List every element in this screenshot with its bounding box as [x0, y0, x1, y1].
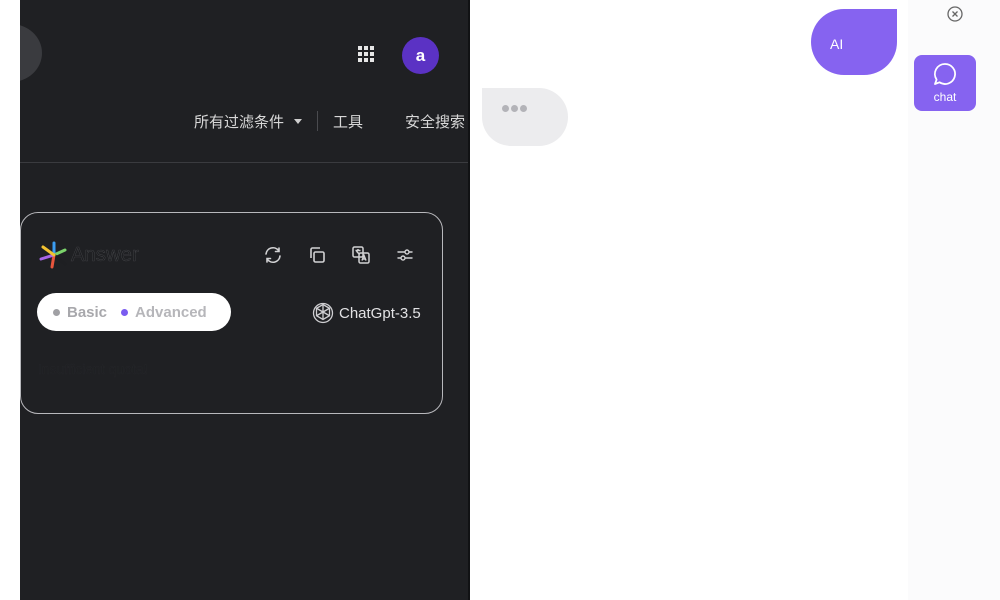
header-divider	[20, 162, 468, 163]
mode-basic-option[interactable]: Basic	[53, 304, 107, 321]
mode-basic-label: Basic	[67, 303, 108, 321]
search-box-edge[interactable]	[20, 24, 42, 82]
answer-logo-icon	[39, 241, 67, 269]
chat-bubble-icon	[934, 63, 956, 85]
answer-message: Insufficient quota!	[38, 361, 148, 377]
answer-actions	[261, 243, 417, 267]
model-label: ChatGpt-3.5	[339, 304, 421, 322]
tools-button[interactable]: 工具	[333, 111, 363, 132]
ai-message-bubble[interactable]: AI	[811, 9, 897, 75]
answer-brand-label: Answer	[71, 243, 139, 266]
answer-card: Answer Basic Advanced ChatGpt-3.5 Insuff…	[20, 212, 443, 414]
chat-button-label: chat	[933, 90, 957, 104]
close-icon[interactable]	[946, 5, 964, 23]
copy-icon[interactable]	[305, 243, 329, 267]
basic-dot-icon	[53, 308, 60, 316]
account-avatar[interactable]: a	[402, 37, 439, 74]
advanced-dot-icon	[121, 308, 129, 316]
mode-advanced-option[interactable]: Advanced	[121, 304, 207, 321]
openai-icon	[312, 302, 334, 324]
answer-brand: Answer	[38, 241, 139, 269]
chat-button[interactable]: chat	[914, 55, 976, 111]
toolbar-divider	[317, 111, 319, 131]
translate-icon[interactable]	[349, 243, 373, 267]
caret-down-icon	[294, 118, 303, 124]
model-selector[interactable]: ChatGpt-3.5	[311, 301, 421, 325]
all-filters-dropdown[interactable]: 所有过滤条件	[194, 111, 303, 132]
all-filters-label: 所有过滤条件	[194, 113, 285, 131]
mode-advanced-label: Advanced	[135, 303, 207, 321]
typing-indicator-bubble	[482, 88, 568, 146]
mode-toggle: Basic Advanced	[37, 293, 231, 331]
search-page: a 所有过滤条件 工具 安全搜索 Answer Basic Advanced C…	[20, 0, 470, 600]
apps-grid-icon[interactable]	[356, 44, 376, 64]
settings-sliders-icon[interactable]	[393, 243, 417, 267]
search-toolbar: 所有过滤条件 工具 安全搜索	[194, 110, 465, 132]
screen: a 所有过滤条件 工具 安全搜索 Answer Basic Advanced C…	[0, 0, 1000, 600]
safe-search-button[interactable]: 安全搜索	[405, 111, 465, 132]
refresh-icon[interactable]	[261, 243, 285, 267]
typing-dots-icon	[502, 105, 529, 112]
